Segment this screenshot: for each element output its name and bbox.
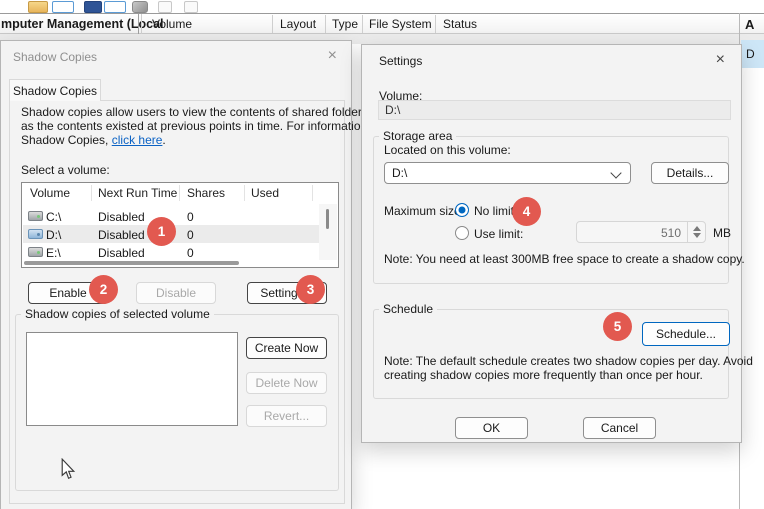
storage-note: Note: You need at least 300MB free space… bbox=[384, 252, 745, 266]
revert-button[interactable]: Revert... bbox=[246, 405, 327, 427]
details-button[interactable]: Details... bbox=[651, 162, 729, 184]
use-limit-radio[interactable] bbox=[455, 226, 469, 240]
close-icon[interactable]: × bbox=[328, 48, 337, 64]
horizontal-scrollbar-thumb[interactable] bbox=[24, 261, 239, 265]
delete-now-button[interactable]: Delete Now bbox=[246, 372, 327, 394]
intro-text-line2: as the contents existed at previous poin… bbox=[21, 119, 384, 133]
located-volume-dropdown[interactable]: D:\ bbox=[384, 162, 631, 184]
mouse-cursor bbox=[60, 458, 76, 480]
cell-next-run-time: Disabled bbox=[98, 210, 145, 224]
spinner-up-icon[interactable] bbox=[693, 226, 701, 231]
intro-line3-prefix: Shadow Copies, bbox=[21, 133, 112, 147]
screen: mputer Management (Local Volume Layout T… bbox=[0, 0, 764, 509]
cell-next-run-time: Disabled bbox=[98, 246, 145, 260]
intro-text-line3: Shadow Copies, click here. bbox=[21, 133, 166, 147]
located-on-volume-label: Located on this volume: bbox=[384, 143, 511, 157]
tab-label: Shadow Copies bbox=[13, 84, 97, 98]
console-window-icon[interactable] bbox=[84, 1, 102, 13]
step-badge-3: 3 bbox=[296, 275, 325, 304]
shadow-copies-listbox[interactable] bbox=[26, 332, 238, 426]
dialog-title: Settings bbox=[379, 54, 422, 68]
maximum-size-label: Maximum size: bbox=[384, 204, 464, 218]
actions-pane-header: A bbox=[745, 17, 754, 32]
limit-size-spinner[interactable]: 510 bbox=[576, 221, 706, 243]
pane-divider[interactable] bbox=[138, 14, 139, 34]
column-sep[interactable] bbox=[435, 15, 436, 33]
settings-dialog: Settings × Volume: D:\ Storage area Loca… bbox=[361, 44, 742, 443]
intro-text-line1: Shadow copies allow users to view the co… bbox=[21, 105, 368, 119]
cell-volume: E:\ bbox=[46, 246, 61, 260]
chevron-down-icon bbox=[610, 167, 621, 178]
dialog-title: Shadow Copies bbox=[13, 50, 97, 64]
schedule-group-label: Schedule bbox=[379, 302, 437, 316]
column-header-status[interactable]: Status bbox=[443, 17, 477, 31]
cell-shares: 0 bbox=[187, 228, 194, 242]
list-col-volume[interactable]: Volume bbox=[30, 186, 70, 200]
column-sep[interactable] bbox=[325, 15, 326, 33]
volume-field-value: D:\ bbox=[385, 103, 400, 117]
tab-shadow-copies[interactable]: Shadow Copies bbox=[9, 79, 101, 101]
mmc-toolbar bbox=[0, 0, 764, 12]
shadow-copies-dialog: Shadow Copies × Shadow Copies Shadow cop… bbox=[0, 40, 352, 509]
step-badge-5: 5 bbox=[603, 312, 632, 341]
list-col-sep[interactable] bbox=[179, 185, 180, 201]
snapin-icon[interactable] bbox=[104, 1, 126, 13]
step-badge-4: 4 bbox=[512, 197, 541, 226]
drive-icon bbox=[28, 247, 43, 257]
shadow-copies-group-label: Shadow copies of selected volume bbox=[21, 307, 214, 321]
tree-root-item[interactable]: mputer Management (Local bbox=[1, 17, 164, 31]
help-icon[interactable] bbox=[184, 1, 198, 13]
column-header-type[interactable]: Type bbox=[332, 17, 358, 31]
drive-icon bbox=[28, 229, 43, 239]
disable-button[interactable]: Disable bbox=[136, 282, 216, 304]
select-volume-label: Select a volume: bbox=[21, 163, 110, 177]
cell-volume: D:\ bbox=[46, 228, 61, 242]
ok-button[interactable]: OK bbox=[455, 417, 528, 439]
no-limit-label[interactable]: No limit bbox=[474, 204, 514, 218]
cancel-button[interactable]: Cancel bbox=[583, 417, 656, 439]
use-limit-label[interactable]: Use limit: bbox=[474, 227, 523, 241]
storage-area-group-label: Storage area bbox=[379, 129, 456, 143]
folder-icon[interactable] bbox=[28, 1, 48, 13]
step-badge-2: 2 bbox=[89, 275, 118, 304]
no-limit-radio[interactable] bbox=[455, 203, 469, 217]
console-tree-icon[interactable] bbox=[52, 1, 74, 13]
list-col-sep[interactable] bbox=[244, 185, 245, 201]
cell-shares: 0 bbox=[187, 246, 194, 260]
schedule-note-line1: Note: The default schedule creates two s… bbox=[384, 354, 753, 368]
schedule-note-line2: creating shadow copies more frequently t… bbox=[384, 368, 703, 382]
cell-volume: C:\ bbox=[46, 210, 61, 224]
column-sep[interactable] bbox=[362, 15, 363, 33]
pane-divider-2 bbox=[141, 14, 142, 34]
create-now-button[interactable]: Create Now bbox=[246, 337, 327, 359]
spinner-value: 510 bbox=[661, 226, 681, 240]
volume-field: D:\ bbox=[378, 100, 731, 120]
export-list-icon[interactable] bbox=[158, 1, 172, 13]
intro-line3-suffix: . bbox=[162, 133, 165, 147]
close-icon[interactable]: × bbox=[716, 52, 725, 68]
actions-item-label[interactable]: D bbox=[746, 47, 755, 61]
schedule-button[interactable]: Schedule... bbox=[642, 322, 730, 346]
cell-next-run-time: Disabled bbox=[98, 228, 145, 242]
column-header-filesystem[interactable]: File System bbox=[369, 17, 432, 31]
spinner-buttons[interactable] bbox=[687, 222, 705, 242]
wrench-icon[interactable] bbox=[132, 1, 148, 13]
column-header-layout[interactable]: Layout bbox=[280, 17, 316, 31]
list-col-used[interactable]: Used bbox=[251, 186, 279, 200]
list-col-sep[interactable] bbox=[312, 185, 313, 201]
drive-icon bbox=[28, 211, 43, 221]
spinner-down-icon[interactable] bbox=[693, 233, 701, 238]
step-badge-1: 1 bbox=[147, 217, 176, 246]
click-here-link[interactable]: click here bbox=[112, 133, 163, 147]
dropdown-value: D:\ bbox=[392, 166, 407, 180]
list-col-next-run-time[interactable]: Next Run Time bbox=[98, 186, 177, 200]
cell-shares: 0 bbox=[187, 210, 194, 224]
volume-list: Volume Next Run Time Shares Used C:\ Dis… bbox=[21, 182, 339, 268]
list-col-sep[interactable] bbox=[91, 185, 92, 201]
mb-unit-label: MB bbox=[713, 226, 731, 240]
vertical-scrollbar-thumb[interactable] bbox=[326, 209, 329, 229]
column-sep[interactable] bbox=[272, 15, 273, 33]
list-col-shares[interactable]: Shares bbox=[187, 186, 225, 200]
column-header-volume[interactable]: Volume bbox=[152, 17, 192, 31]
